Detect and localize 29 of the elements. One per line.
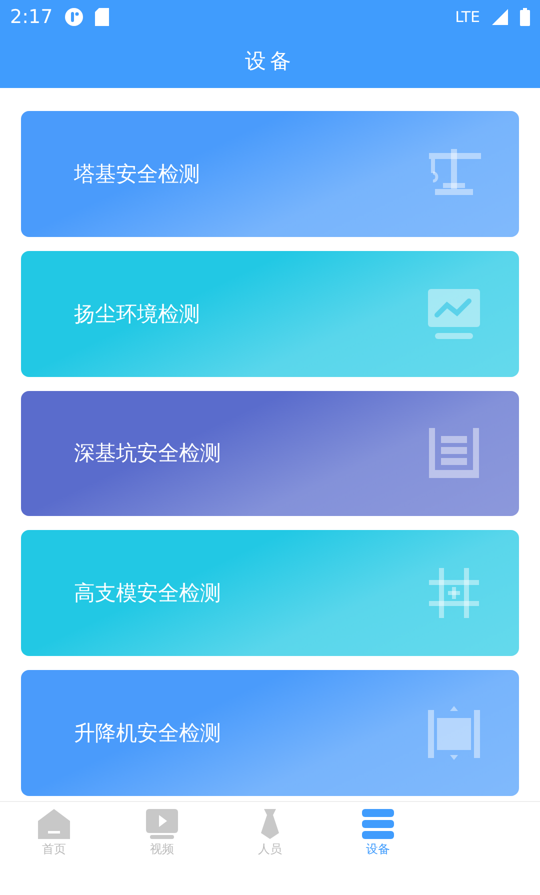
feature-card[interactable]: 扬尘环境检测 (21, 250, 519, 377)
app-notification-icon (64, 8, 83, 26)
chart-monitor-icon (427, 286, 481, 341)
home-icon[interactable] (38, 808, 70, 838)
status-time: 2:17 (10, 6, 53, 28)
pit-icon (427, 426, 481, 480)
card-label: 深基坑安全检测 (74, 440, 221, 468)
card-label: 塔基安全检测 (74, 160, 200, 188)
elevator-icon (427, 706, 481, 760)
play-icon[interactable] (146, 808, 178, 838)
feature-card[interactable]: 升降机安全检测 (21, 670, 519, 796)
tie-icon[interactable] (260, 808, 280, 838)
nav-tab[interactable]: 视频 (108, 802, 216, 864)
feature-card[interactable]: 深基坑安全检测 (21, 390, 519, 516)
page-title: 设备 (245, 48, 295, 75)
nav-tab[interactable]: 首页 (0, 802, 108, 864)
feature-card[interactable]: 塔基安全检测 (21, 111, 519, 237)
signal-icon (492, 9, 508, 25)
feature-card[interactable]: 高支模安全检测 (21, 530, 519, 656)
grid-icon (427, 566, 481, 620)
nav-tab[interactable]: 人员 (216, 802, 324, 864)
list-icon[interactable] (362, 808, 394, 838)
sd-card-icon (94, 8, 109, 26)
nav-tab[interactable]: 设备 (324, 802, 432, 864)
battery-icon (520, 8, 530, 26)
network-type: LTE (455, 8, 480, 26)
card-label: 高支模安全检测 (74, 580, 221, 608)
card-label: 升降机安全检测 (74, 720, 221, 748)
card-label: 扬尘环境检测 (74, 300, 200, 328)
